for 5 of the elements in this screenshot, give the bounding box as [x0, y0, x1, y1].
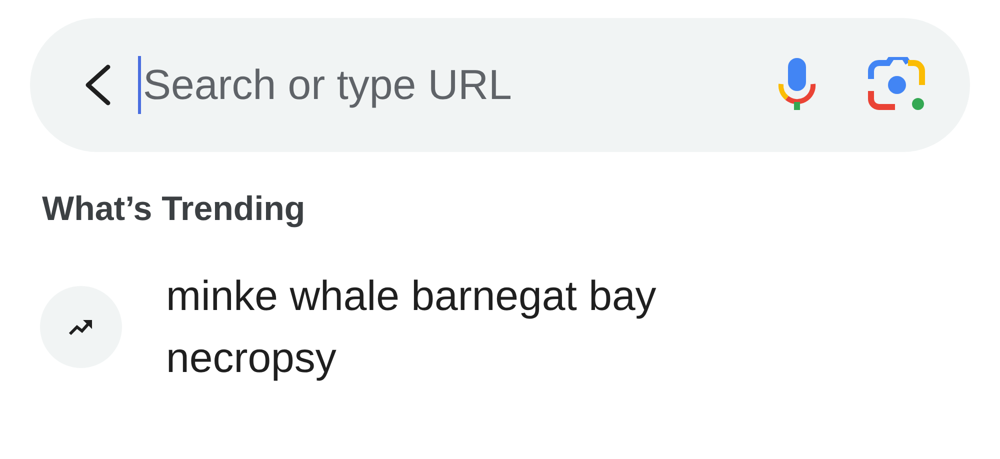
- suggestion-link[interactable]: minke whale barnegat bay necropsy: [166, 265, 686, 389]
- search-field[interactable]: Search or type URL: [143, 61, 778, 109]
- section-title: What’s Trending: [42, 190, 306, 229]
- microphone-icon[interactable]: [778, 58, 816, 112]
- camera-icon[interactable]: [868, 57, 926, 113]
